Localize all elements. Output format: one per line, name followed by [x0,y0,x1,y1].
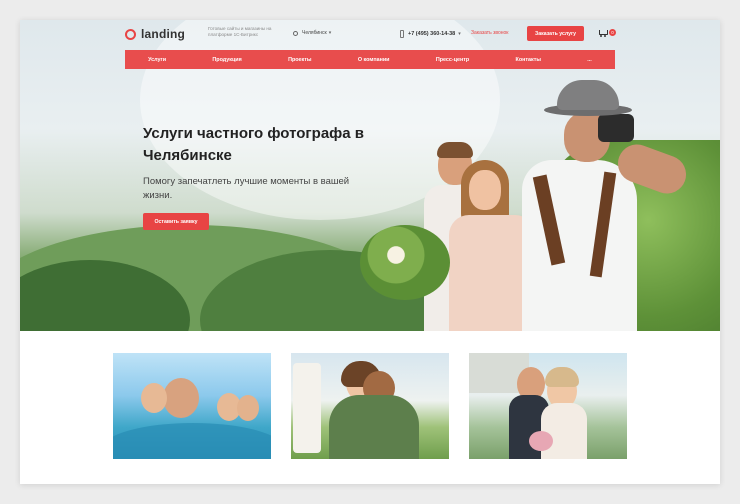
site-header: landing Готовые сайты и магазины на плат… [20,20,720,50]
logo-ring-icon [125,28,136,40]
bouquet-image [360,225,450,300]
nav-item-more[interactable]: ... [587,57,592,63]
page-frame: landing Готовые сайты и магазины на плат… [20,20,720,484]
city-selector[interactable]: Челябинск ▾ [293,30,331,36]
hero-subtitle: Помогу запечатлеть лучшие моменты в ваше… [143,176,350,201]
chevron-down-icon: ▾ [458,31,461,37]
logo-text: landing [141,27,186,41]
hero-banner: landing Готовые сайты и магазины на плат… [20,20,720,331]
location-pin-icon [293,30,298,36]
nav-item-about[interactable]: О компании [358,57,390,63]
phone-icon [400,30,404,38]
gallery-photo-wedding[interactable] [469,353,627,459]
gallery-photo-couple[interactable] [291,353,449,459]
order-service-button[interactable]: Заказать услугу [527,26,584,41]
callback-link[interactable]: Заказать звонок [471,30,508,36]
chevron-down-icon: ▾ [328,30,332,36]
nav-item-services[interactable]: Услуги [148,57,166,63]
tagline: Готовые сайты и магазины на платформе 1С… [208,26,272,37]
nav-item-products[interactable]: Продукция [212,57,241,63]
logo[interactable]: landing [125,27,185,41]
cart-icon[interactable] [599,29,608,37]
cart-count-badge: 0 [609,29,616,36]
leave-request-button[interactable]: Оставить заявку [143,213,209,230]
phone-label: +7 (495) 360-14-38 [408,31,456,37]
city-label: Челябинск [302,30,327,36]
gallery-photo-family[interactable] [113,353,271,459]
phone-number[interactable]: +7 (495) 360-14-38 ▾ [400,30,461,38]
nav-item-contacts[interactable]: Контакты [516,57,541,63]
nav-item-projects[interactable]: Проекты [288,57,311,63]
nav-item-press[interactable]: Пресс-центр [436,57,469,63]
hero-title: Услуги частного фотографа в Челябинске [143,125,365,164]
main-nav: Услуги Продукция Проекты О компании Прес… [125,50,615,69]
photographer-figure [512,80,720,331]
